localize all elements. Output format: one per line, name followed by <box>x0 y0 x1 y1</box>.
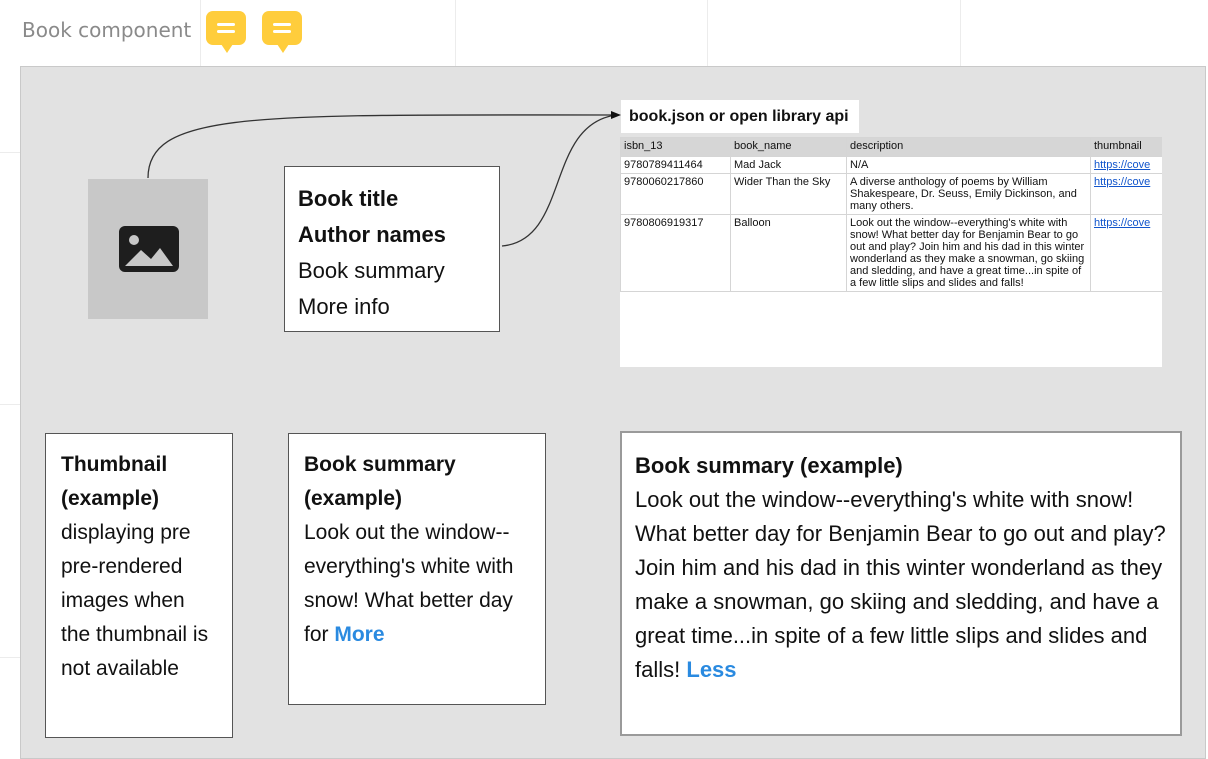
author-names: Author names <box>298 222 446 247</box>
card-body: displaying pre pre-rendered images when … <box>61 521 209 680</box>
table-row: 9780060217860 Wider Than the Sky A diver… <box>620 173 1162 215</box>
less-link[interactable]: Less <box>686 657 736 682</box>
grid-line <box>200 0 201 66</box>
api-source-title: book.json or open library api <box>621 100 859 133</box>
grid-line <box>707 0 708 66</box>
column-header: book_name <box>730 137 847 157</box>
canvas-title: Book component <box>22 18 192 42</box>
thumbnail-example-card: Thumbnail (example) displaying pre pre-r… <box>45 433 233 738</box>
book-title: Book title <box>298 186 399 211</box>
grid-line <box>0 657 20 658</box>
thumbnail-cell: https://cove <box>1090 173 1162 215</box>
book-name-cell: Balloon <box>730 214 847 292</box>
card-body-wrap: Look out the window--everything's white … <box>635 483 1167 687</box>
card-body-wrap: Look out the window--everything's white … <box>304 516 530 652</box>
card-title: Book summary (example) <box>304 453 456 510</box>
grid-line <box>960 0 961 66</box>
grid-line <box>0 404 20 405</box>
isbn-cell: 9780060217860 <box>620 173 731 215</box>
grid-line <box>455 0 456 66</box>
thumbnail-link[interactable]: https://cove <box>1094 176 1150 188</box>
more-link[interactable]: More <box>334 623 384 646</box>
description-cell: A diverse anthology of poems by William … <box>846 173 1091 215</box>
description-cell: N/A <box>846 156 1091 174</box>
api-data-table: isbn_13 book_name description thumbnail … <box>620 137 1162 367</box>
book-name-cell: Wider Than the Sky <box>730 173 847 215</box>
table-row: 9780789411464 Mad Jack N/A https://cove <box>620 156 1162 174</box>
table-row: 9780806919317 Balloon Look out the windo… <box>620 214 1162 292</box>
column-header: description <box>846 137 1091 157</box>
thumbnail-link[interactable]: https://cove <box>1094 159 1150 171</box>
thumbnail-cell: https://cove <box>1090 214 1162 292</box>
column-header: isbn_13 <box>620 137 731 157</box>
comment-icon[interactable] <box>262 11 302 53</box>
isbn-cell: 9780789411464 <box>620 156 731 174</box>
more-info-label: More info <box>298 294 390 319</box>
book-name-cell: Mad Jack <box>730 156 847 174</box>
card-title: Thumbnail (example) <box>61 453 168 510</box>
thumbnail-placeholder <box>88 179 208 319</box>
summary-collapsed-card: Book summary (example) Look out the wind… <box>288 433 546 705</box>
grid-line <box>0 152 20 153</box>
thumbnail-cell: https://cove <box>1090 156 1162 174</box>
image-icon <box>119 226 179 272</box>
summary-expanded-card: Book summary (example) Look out the wind… <box>620 431 1182 736</box>
description-cell: Look out the window--everything's white … <box>846 214 1091 292</box>
book-info-box: Book title Author names Book summary Mor… <box>284 166 500 332</box>
card-body: Look out the window--everything's white … <box>635 487 1166 682</box>
comment-icon[interactable] <box>206 11 246 53</box>
table-header-row: isbn_13 book_name description thumbnail <box>620 137 1162 157</box>
card-title: Book summary (example) <box>635 453 903 478</box>
thumbnail-link[interactable]: https://cove <box>1094 217 1150 229</box>
book-summary-label: Book summary <box>298 258 445 283</box>
column-header: thumbnail <box>1090 137 1162 157</box>
isbn-cell: 9780806919317 <box>620 214 731 292</box>
